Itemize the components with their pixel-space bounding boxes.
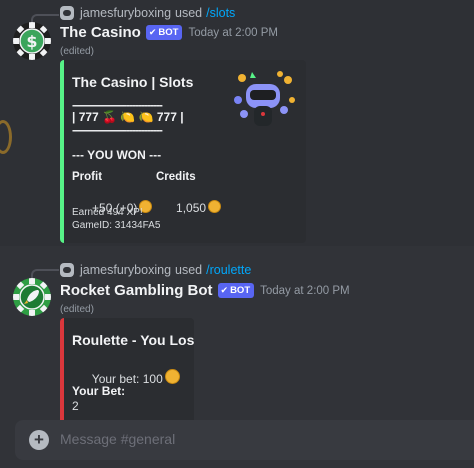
embed-title: Roulette - You Lost!: [72, 332, 194, 348]
bot-tag: ✔ BOT: [145, 25, 183, 40]
slots-embed: The Casino | Slots ---------------------…: [60, 60, 306, 243]
slot-reels: | 777 🍒 🍋 🍋 777 |: [72, 110, 184, 124]
slot-bot-thumbnail: [234, 71, 295, 126]
author-name[interactable]: Rocket Gambling Bot: [60, 282, 213, 299]
reply-username[interactable]: jamesfuryboxing: [80, 6, 171, 20]
field-profit-name: Profit: [72, 171, 103, 183]
embed-divider-bottom: ------------------------------: [72, 123, 163, 137]
rocket-chip-avatar[interactable]: [13, 278, 51, 316]
svg-text:$: $: [26, 32, 37, 51]
embed-color-bar: [60, 318, 64, 428]
embed-color-bar: [60, 60, 64, 243]
field-bet-value: 2: [72, 399, 79, 413]
discord-app-icon: [60, 6, 74, 20]
roulette-embed: Roulette - You Lost! Your bet: 100 Your …: [60, 318, 194, 428]
bot-tag-label: BOT: [158, 27, 179, 38]
bot-tag: ✔ BOT: [217, 283, 255, 298]
game-id-text: GameID: 31434FA5: [72, 220, 161, 231]
reply-reference[interactable]: jamesfuryboxing used /slots: [60, 5, 235, 21]
bot-tag-label: BOT: [230, 285, 251, 296]
coin-icon: [164, 369, 180, 384]
edited-label: (edited): [60, 46, 94, 57]
field-credits-value: 1,050: [176, 201, 207, 215]
field-bet-name: Your Bet:: [72, 384, 126, 398]
discord-app-icon: [60, 263, 74, 277]
result-text: --- YOU WON ---: [72, 148, 162, 162]
message-input[interactable]: Message #general: [60, 431, 175, 447]
reply-reference[interactable]: jamesfuryboxing used /roulette: [60, 262, 251, 278]
coin-icon: [208, 200, 222, 213]
reply-command[interactable]: /roulette: [206, 263, 251, 277]
author-name[interactable]: The Casino: [60, 24, 141, 41]
timestamp[interactable]: Today at 2:00 PM: [260, 285, 350, 297]
message-header: Rocket Gambling Bot ✔ BOT Today at 2:00 P…: [60, 282, 350, 299]
timestamp[interactable]: Today at 2:00 PM: [188, 27, 278, 39]
edited-label: (edited): [60, 304, 94, 315]
xp-text: Earned 494 XP!: [72, 207, 143, 218]
verified-check-icon: ✔: [148, 27, 157, 37]
field-credits-name: Credits: [156, 171, 196, 183]
embed-title: The Casino | Slots: [72, 74, 194, 90]
message-header: The Casino ✔ BOT Today at 2:00 PM: [60, 24, 278, 41]
plus-circle-icon[interactable]: +: [29, 430, 49, 450]
message-composer[interactable]: + Message #general: [15, 420, 474, 460]
reply-used-text: used: [175, 263, 203, 277]
reply-command[interactable]: /slots: [206, 6, 235, 20]
verified-check-icon: ✔: [220, 285, 229, 295]
field-credits-value-row: 1,050: [156, 186, 222, 229]
reply-username[interactable]: jamesfuryboxing: [80, 263, 171, 277]
dollar-chip-avatar[interactable]: $: [13, 22, 51, 60]
reply-used-text: used: [175, 6, 203, 20]
